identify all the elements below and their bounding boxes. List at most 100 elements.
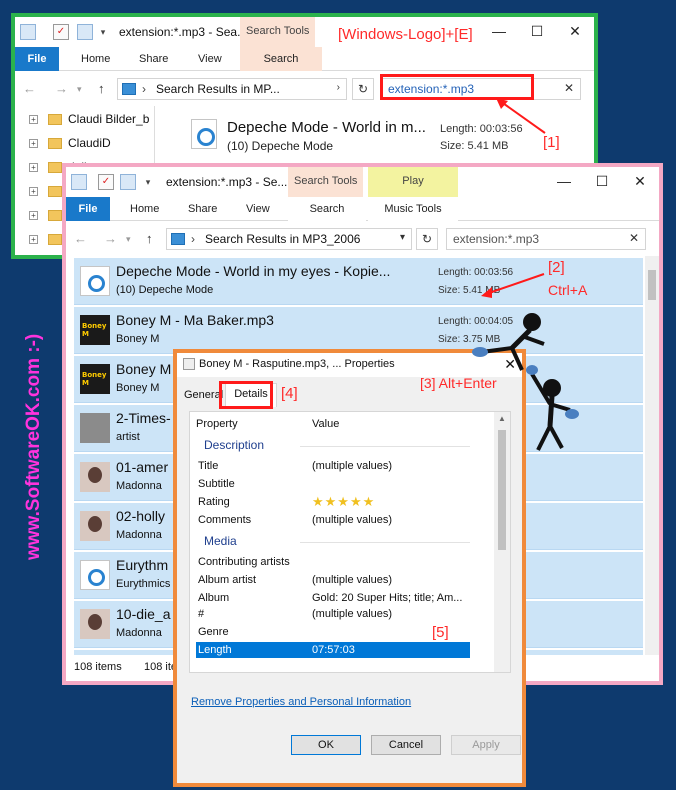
property-row-genre[interactable]: Genre — [196, 624, 470, 640]
expand-icon[interactable]: + — [29, 211, 38, 221]
file-name: Boney M - Ma Baker.mp3 — [116, 312, 274, 328]
property-row-rating[interactable]: Rating ★★★★★ — [196, 494, 470, 510]
new-folder-icon[interactable] — [120, 174, 136, 190]
forward-icon[interactable]: → — [55, 81, 68, 96]
scroll-up-icon[interactable]: ▲ — [498, 414, 506, 423]
tab-share[interactable]: Share — [139, 53, 168, 65]
file-artist: Madonna — [116, 529, 162, 541]
forward-icon[interactable]: → — [104, 231, 117, 246]
folder-icon — [20, 24, 36, 40]
album-cover-thumbnail — [80, 511, 110, 541]
section-media: Media — [204, 534, 468, 548]
close-button[interactable]: ✕ — [556, 17, 594, 47]
context-tab-play[interactable]: Play — [368, 167, 458, 197]
folder-icon — [48, 114, 62, 126]
properties-check-icon[interactable]: ✓ — [98, 174, 114, 190]
context-tab-search-tools[interactable]: Search Tools — [288, 167, 364, 197]
file-artist: (10) Depeche Mode — [116, 284, 214, 296]
new-folder-icon[interactable] — [77, 24, 93, 40]
property-row-subtitle[interactable]: Subtitle — [196, 476, 470, 492]
tab-search[interactable]: Search — [288, 197, 366, 221]
minimize-button[interactable]: — — [545, 167, 583, 197]
back-icon[interactable]: ← — [23, 81, 36, 96]
up-icon[interactable]: ↑ — [146, 231, 153, 246]
apply-button[interactable]: Apply — [451, 735, 521, 755]
rating-stars-icon[interactable]: ★★★★★ — [312, 494, 375, 510]
address-bar[interactable]: › Search Results in MP3_2006 ▾ — [166, 228, 412, 250]
maximize-button[interactable]: ☐ — [518, 17, 556, 47]
tab-file[interactable]: File — [66, 197, 110, 221]
tab-general[interactable]: General — [184, 389, 223, 401]
recent-dropdown-icon[interactable]: ▾ — [126, 234, 131, 245]
property-row-length[interactable]: Length 07:57:03 — [196, 642, 470, 658]
tab-search[interactable]: Search — [240, 47, 322, 71]
file-name: 02-holly — [116, 508, 166, 524]
property-row-album[interactable]: Album Gold: 20 Super Hits; title; Am... — [196, 590, 470, 606]
close-button[interactable]: ✕ — [621, 167, 659, 197]
tab-home[interactable]: Home — [81, 53, 110, 65]
annotation-step-5: [5] — [432, 624, 449, 641]
quick-access-dropdown-icon[interactable]: ▾ — [95, 24, 111, 40]
tab-music-tools[interactable]: Music Tools — [368, 197, 458, 221]
scrollbar-thumb[interactable] — [498, 430, 506, 550]
details-panel: Property Value Description Title (multipl… — [189, 411, 511, 673]
property-row-album-artist[interactable]: Album artist (multiple values) — [196, 572, 470, 588]
clear-search-icon[interactable]: ✕ — [564, 81, 574, 95]
up-icon[interactable]: ↑ — [98, 81, 105, 96]
title-bar: ✓ ▾ extension:*.mp3 - Se... Search Tools… — [66, 167, 659, 197]
file-artist: Eurythmics — [116, 578, 171, 590]
file-artist: (10) Depeche Mode — [227, 139, 334, 153]
tab-file[interactable]: File — [15, 47, 59, 71]
chevron-right-icon: › — [142, 82, 146, 96]
remove-properties-link[interactable]: Remove Properties and Personal Informati… — [191, 696, 411, 708]
list-item[interactable]: Boney M - Ma Baker.mp3 Boney M Length: 0… — [74, 307, 643, 354]
watermark-side-text: www.SoftwareOK.com :-) — [23, 333, 44, 560]
property-row-track-number[interactable]: # (multiple values) — [196, 606, 470, 622]
album-cover-thumbnail — [80, 364, 110, 394]
expand-icon[interactable]: + — [29, 187, 38, 197]
details-scrollbar[interactable]: ▲ — [494, 412, 510, 672]
address-bar[interactable]: › Search Results in MP... › — [117, 78, 347, 100]
address-text: Search Results in MP3_2006 — [205, 232, 361, 246]
chevron-down-icon[interactable]: ▾ — [400, 232, 405, 243]
album-cover-thumbnail — [80, 462, 110, 492]
tree-item[interactable]: + Claudi Bilder_b — [29, 112, 149, 132]
property-row-comments[interactable]: Comments (multiple values) — [196, 512, 470, 528]
expand-icon[interactable]: + — [29, 115, 38, 125]
vertical-scrollbar[interactable] — [645, 256, 659, 655]
tab-view[interactable]: View — [198, 53, 222, 65]
chevron-right-icon: › — [336, 82, 340, 93]
tab-home[interactable]: Home — [130, 203, 159, 215]
properties-dialog: Boney M - Rasputine.mp3, ... Properties … — [173, 349, 526, 787]
stick-figure-icon — [526, 365, 579, 451]
file-artist: Madonna — [116, 480, 162, 492]
back-icon[interactable]: ← — [74, 231, 87, 246]
clear-search-icon[interactable]: ✕ — [629, 231, 639, 245]
file-name: Boney M — [116, 361, 172, 377]
expand-icon[interactable]: + — [29, 235, 38, 245]
search-input[interactable]: extension:*.mp3 ✕ — [446, 228, 646, 250]
expand-icon[interactable]: + — [29, 139, 38, 149]
property-row-contributing-artists[interactable]: Contributing artists — [196, 554, 470, 570]
context-tab-search-tools[interactable]: Search Tools — [240, 17, 316, 47]
recent-dropdown-icon[interactable]: ▾ — [77, 84, 82, 95]
annotation-ctrl-a: Ctrl+A — [548, 282, 588, 298]
column-header-property[interactable]: Property — [196, 418, 238, 430]
annotation-step-1: [1] — [543, 134, 560, 151]
tab-share[interactable]: Share — [188, 203, 217, 215]
refresh-icon[interactable]: ↻ — [416, 228, 438, 250]
property-row-title[interactable]: Title (multiple values) — [196, 458, 470, 474]
quick-access-dropdown-icon[interactable]: ▾ — [140, 174, 156, 190]
tab-view[interactable]: View — [246, 203, 270, 215]
ok-button[interactable]: OK — [291, 735, 361, 755]
tree-item[interactable]: + ClaudiD — [29, 136, 111, 156]
expand-icon[interactable]: + — [29, 163, 38, 173]
refresh-icon[interactable]: ↻ — [352, 78, 374, 100]
minimize-button[interactable]: — — [480, 17, 518, 47]
maximize-button[interactable]: ☐ — [583, 167, 621, 197]
properties-check-icon[interactable]: ✓ — [53, 24, 69, 40]
scrollbar-thumb[interactable] — [648, 270, 656, 300]
column-header-value[interactable]: Value — [312, 418, 339, 430]
annotation-hotkey: [Windows-Logo]+[E] — [338, 26, 473, 43]
cancel-button[interactable]: Cancel — [371, 735, 441, 755]
